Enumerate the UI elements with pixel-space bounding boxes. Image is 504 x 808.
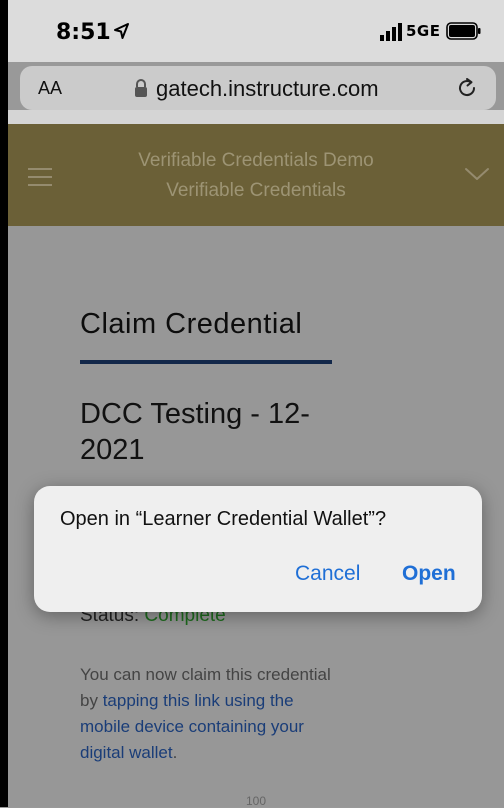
claim-link[interactable]: tapping this link using the mobile devic… xyxy=(80,691,304,762)
left-edge-strip xyxy=(0,0,8,807)
page-title: Claim Credential xyxy=(80,308,303,340)
network-type: 5GE xyxy=(406,22,441,40)
chevron-down-icon[interactable] xyxy=(464,166,490,182)
status-time: 8:51 xyxy=(56,20,111,45)
url-text[interactable]: gatech.instructure.com xyxy=(156,76,379,102)
header-subtitle: Verifiable Credentials xyxy=(166,180,346,201)
address-bar[interactable]: AA gatech.instructure.com xyxy=(20,66,496,110)
open-app-dialog: Open in “Learner Credential Wallet”? Can… xyxy=(34,486,482,612)
instructions-suffix: . xyxy=(172,743,178,762)
title-underline xyxy=(80,360,332,364)
cellular-signal-icon xyxy=(380,23,402,41)
open-button[interactable]: Open xyxy=(402,562,456,586)
header-course-title: Verifiable Credentials Demo xyxy=(138,150,374,171)
page-top-gap xyxy=(8,110,504,124)
course-name: DCC Testing - 12-2021 xyxy=(80,398,310,466)
battery-icon xyxy=(446,22,481,40)
dialog-message: Open in “Learner Credential Wallet”? xyxy=(60,508,387,530)
reload-icon[interactable] xyxy=(456,77,478,99)
footer-number: 100 xyxy=(245,794,267,808)
status-bar: 8:51 5GE xyxy=(8,0,504,62)
text-size-button[interactable]: AA xyxy=(38,78,62,99)
location-arrow-icon xyxy=(114,23,129,39)
cancel-button[interactable]: Cancel xyxy=(295,562,360,586)
lock-icon xyxy=(135,79,147,97)
claim-instructions: You can now claim this credential by tap… xyxy=(80,662,340,766)
course-header: Verifiable Credentials Demo Verifiable C… xyxy=(8,124,504,226)
